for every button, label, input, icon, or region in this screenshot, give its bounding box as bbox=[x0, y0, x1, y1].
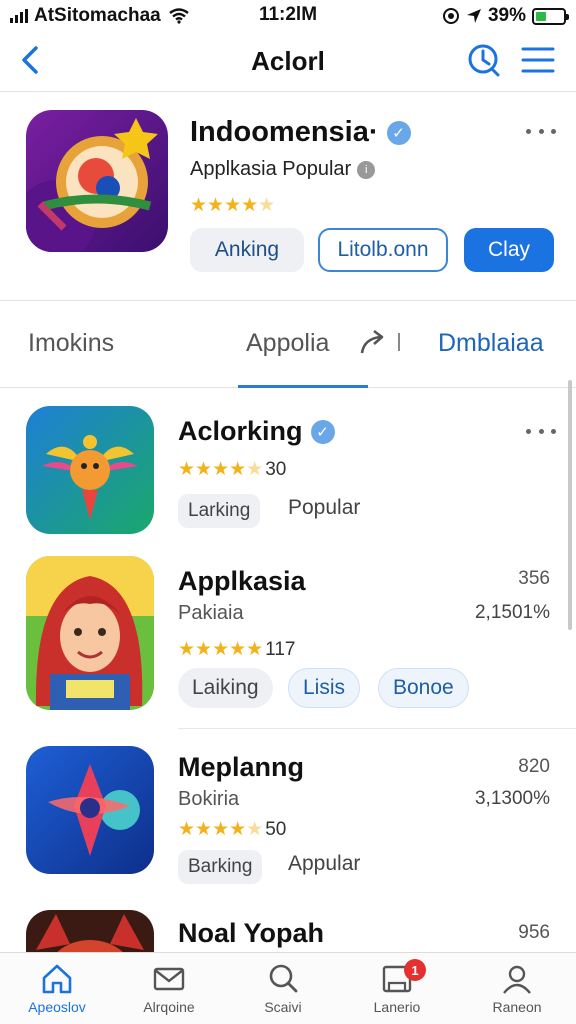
chip-1[interactable]: Laiking bbox=[178, 668, 273, 708]
status-right: 39% bbox=[442, 5, 569, 27]
tab-middle[interactable]: Appolia bbox=[246, 329, 329, 358]
list-item[interactable]: Aclorking ✓ ★★★★★ 30 Larking Popular bbox=[0, 404, 576, 544]
notification-badge: 1 bbox=[404, 959, 426, 981]
rating-count: 117 bbox=[265, 638, 296, 660]
tab-label: Apeoslov bbox=[28, 999, 86, 1015]
wifi-icon bbox=[168, 8, 189, 24]
category-text: Popular bbox=[288, 496, 361, 519]
segment-tabs: Imokins Appolia Dmblaiaa bbox=[0, 300, 576, 388]
tab-today[interactable]: Apeoslov bbox=[2, 961, 112, 1015]
bottom-tab-bar: Apeoslov Alrqoine Scaivi 1 Lanerio Raneo… bbox=[0, 952, 576, 1024]
app-subtitle: Pakiaia bbox=[178, 602, 244, 624]
location-icon bbox=[466, 9, 481, 23]
tab-label: Scaivi bbox=[264, 999, 302, 1015]
rating-count: 30 bbox=[265, 458, 287, 480]
app-store-screen: AtSitomachaa 11:2lM 39% Aclorl Indoomens… bbox=[0, 0, 576, 1024]
app-percent: 3,1300% bbox=[474, 788, 550, 809]
battery-percent: 39% bbox=[487, 5, 526, 26]
featured-app: Indoomensia· ✓ Applkasia Popular i ★★★★★… bbox=[0, 96, 576, 296]
tab-mail[interactable]: Alrqoine bbox=[114, 961, 224, 1015]
orientation-lock-icon bbox=[442, 8, 459, 24]
app-icon-3[interactable] bbox=[26, 746, 154, 874]
featured-app-subtitle: Applkasia Popular i bbox=[190, 158, 376, 181]
app-number: 820 bbox=[518, 756, 550, 777]
half-star-icon: ★ bbox=[258, 195, 276, 216]
active-tab-indicator bbox=[238, 385, 368, 388]
featured-rating-stars: ★★★★★ bbox=[190, 194, 275, 217]
app-name-row-2[interactable]: Applkasia bbox=[178, 566, 306, 597]
row-divider bbox=[178, 728, 576, 729]
tab-updates[interactable]: 1 Lanerio bbox=[342, 959, 452, 1015]
secondary-button[interactable]: Anking bbox=[190, 228, 304, 272]
app-number: 956 bbox=[518, 922, 550, 943]
tab-label: Alrqoine bbox=[143, 999, 195, 1015]
tab-label: Raneon bbox=[492, 999, 542, 1015]
app-name-row-3[interactable]: Meplanng bbox=[178, 752, 304, 783]
tab-profile[interactable]: Raneon bbox=[462, 961, 572, 1015]
featured-app-name[interactable]: Indoomensia· ✓ bbox=[190, 116, 411, 149]
list-item[interactable]: Noal Yopah 956 bbox=[0, 910, 576, 952]
battery-icon bbox=[532, 7, 569, 25]
app-icon-1[interactable] bbox=[26, 406, 154, 534]
tab-label: Lanerio bbox=[373, 999, 421, 1015]
rating-stars: ★★★★★ bbox=[178, 819, 264, 840]
rating-row: ★★★★★ 30 bbox=[178, 458, 286, 481]
star-icon: ★★★★ bbox=[190, 195, 259, 216]
featured-app-title: Indoomensia· bbox=[190, 116, 379, 148]
app-subtitle: Bokiria bbox=[178, 788, 240, 810]
search-icon bbox=[269, 964, 298, 993]
verified-badge-icon: ✓ bbox=[310, 419, 335, 444]
category-chip[interactable]: Barking bbox=[178, 850, 263, 884]
app-title: Aclorking bbox=[178, 416, 303, 446]
app-icon-2[interactable] bbox=[26, 556, 154, 710]
nav-bar: Aclorl bbox=[0, 32, 576, 92]
rating-row: ★★★★★ 117 bbox=[178, 638, 295, 661]
chip-2[interactable]: Lisis bbox=[288, 668, 361, 708]
carrier-name: AtSitomachaa bbox=[34, 5, 161, 26]
rating-stars: ★★★★★ bbox=[178, 639, 264, 660]
app-percent: 2,1501% bbox=[474, 602, 550, 623]
history-icon[interactable] bbox=[466, 42, 502, 78]
tab-right[interactable]: Dmblaiaa bbox=[438, 329, 544, 358]
featured-subtitle-text: Applkasia Popular bbox=[190, 158, 352, 180]
mail-icon bbox=[153, 967, 185, 991]
rating-row: ★★★★★ 50 bbox=[178, 818, 286, 841]
chip-3[interactable]: Bonoe bbox=[378, 668, 469, 708]
menu-icon[interactable] bbox=[520, 42, 556, 78]
get-button[interactable]: Clay bbox=[464, 228, 554, 272]
list-item[interactable]: Meplanng 820 Bokiria 3,1300% ★★★★★ 50 Ba… bbox=[0, 744, 576, 894]
app-icon-4[interactable] bbox=[26, 910, 154, 952]
status-bar: AtSitomachaa 11:2lM 39% bbox=[0, 0, 576, 32]
tab-search[interactable]: Scaivi bbox=[228, 961, 338, 1015]
signal-icon bbox=[10, 9, 28, 23]
verified-badge-icon: ✓ bbox=[386, 120, 411, 145]
tab-separator bbox=[398, 333, 400, 351]
home-icon bbox=[42, 964, 72, 994]
tab-left[interactable]: Imokins bbox=[28, 329, 114, 358]
category-chip[interactable]: Larking bbox=[178, 494, 261, 528]
more-options-icon[interactable] bbox=[526, 422, 556, 440]
battery-fill bbox=[536, 11, 547, 21]
rating-stars: ★★★★★ bbox=[178, 459, 264, 480]
more-options-icon[interactable] bbox=[526, 122, 556, 140]
share-arrow-icon[interactable] bbox=[358, 327, 388, 357]
outline-button[interactable]: Litolb.onn bbox=[318, 228, 448, 272]
info-icon[interactable]: i bbox=[357, 160, 376, 179]
app-name-row-1[interactable]: Aclorking ✓ bbox=[178, 416, 335, 447]
list-item[interactable]: Applkasia 356 Pakiaia 2,1501% ★★★★★ 117 … bbox=[0, 556, 576, 729]
rating-count: 50 bbox=[265, 818, 287, 840]
featured-app-icon[interactable] bbox=[26, 110, 168, 252]
app-number: 356 bbox=[518, 568, 550, 589]
app-name-row-4[interactable]: Noal Yopah bbox=[178, 918, 324, 949]
profile-icon bbox=[503, 965, 531, 994]
category-text: Appular bbox=[288, 852, 361, 875]
